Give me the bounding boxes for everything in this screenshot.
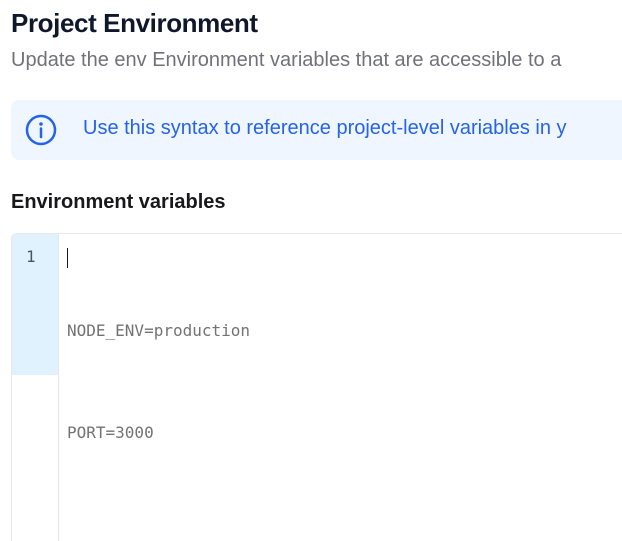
line-number: 1 <box>26 247 36 266</box>
editor-gutter: 1 <box>12 234 59 541</box>
info-callout: Use this syntax to reference project-lev… <box>11 100 622 160</box>
info-callout-text: Use this syntax to reference project-lev… <box>83 117 567 139</box>
editor-content[interactable]: NODE_ENV=production PORT=3000 <box>67 246 250 518</box>
page-title: Project Environment <box>11 8 258 38</box>
env-variables-label: Environment variables <box>11 191 226 213</box>
page-subtitle: Update the env Environment variables tha… <box>11 49 562 71</box>
info-circle-icon <box>25 114 57 146</box>
env-variables-editor[interactable]: 1 NODE_ENV=production PORT=3000 <box>11 233 622 541</box>
editor-line: NODE_ENV=production <box>67 321 251 340</box>
editor-line: PORT=3000 <box>67 423 154 442</box>
